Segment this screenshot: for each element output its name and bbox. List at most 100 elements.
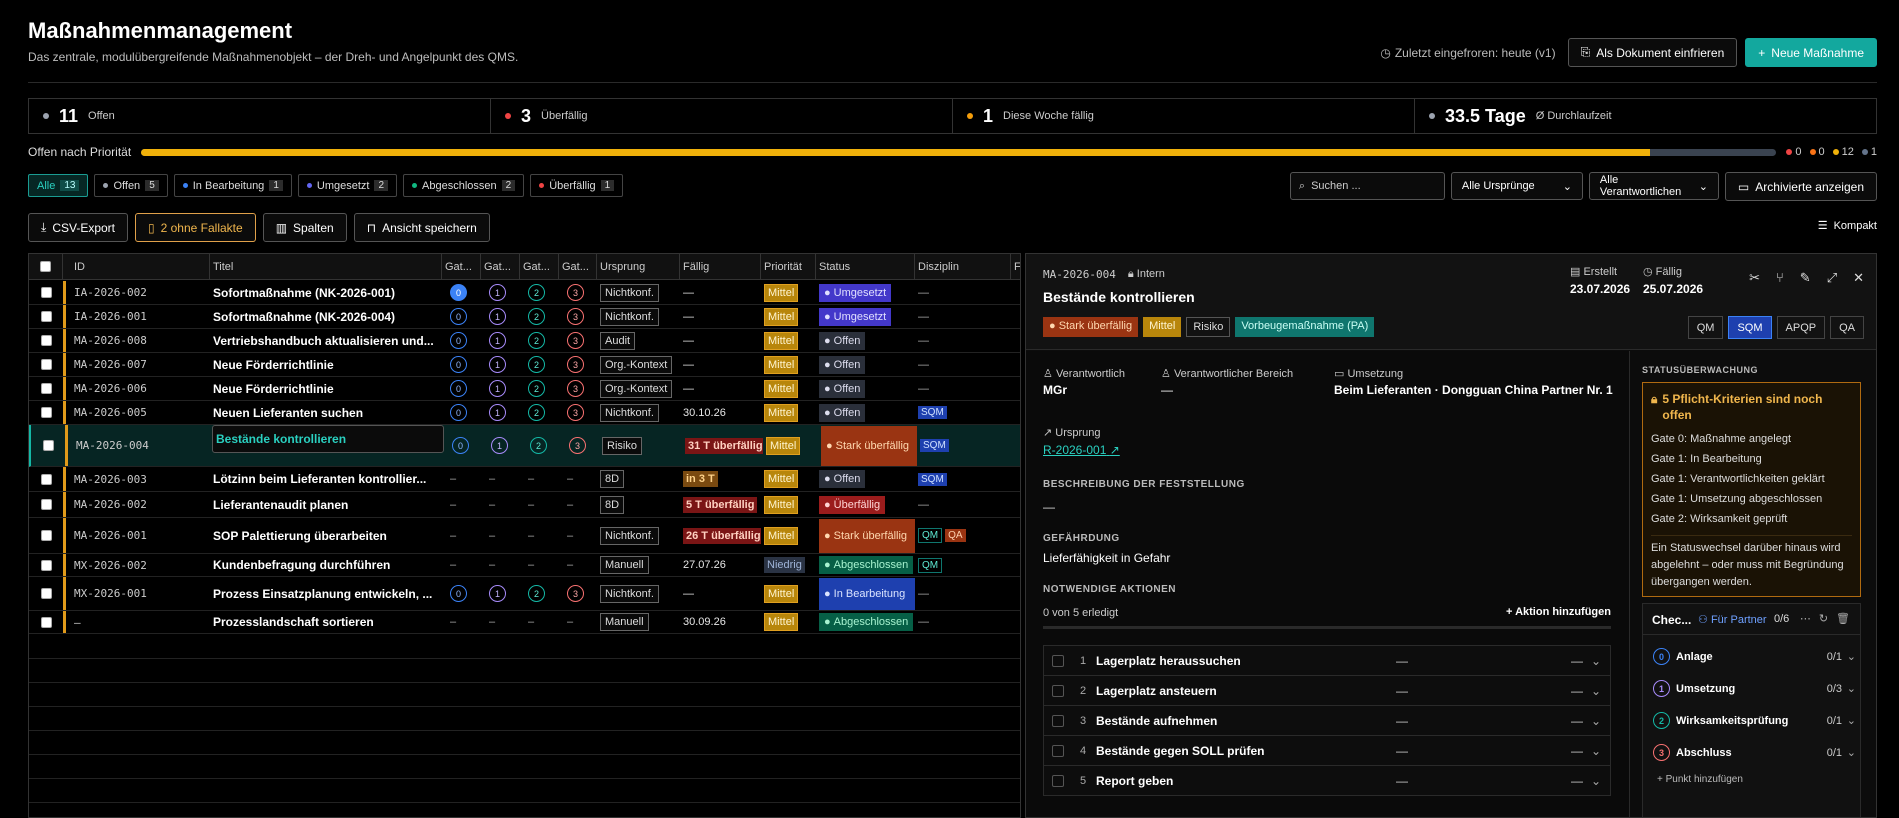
more-icon[interactable]: ⋯ [1800, 612, 1811, 625]
gate-2-icon[interactable]: 2 [528, 308, 545, 325]
gate-2-icon[interactable]: 2 [530, 437, 547, 454]
row-title[interactable]: Neuen Lieferanten suchen [210, 401, 442, 424]
table-row[interactable]: IA-2026-002 Sofortmaßnahme (NK-2026-001) 0… [29, 281, 1020, 305]
origin-badge[interactable]: Manuell [600, 556, 649, 574]
row-title[interactable]: Prozesslandschaft sortieren [210, 611, 442, 633]
table-row[interactable]: – Prozesslandschaft sortieren – – – – Manuell 3… [29, 611, 1020, 634]
filter-chip[interactable]: Überfällig 1 [530, 174, 624, 197]
row-title[interactable]: Prozess Einsatzplanung entwickeln, ... [210, 577, 442, 610]
chevron-down-icon[interactable]: ⌄ [1591, 714, 1601, 728]
row-title[interactable]: SOP Palettierung überarbeiten [210, 518, 442, 553]
gate-3-icon[interactable]: 3 [567, 284, 584, 301]
checklist-gate[interactable]: 3 Abschluss 0/1 ⌄ [1653, 744, 1856, 761]
col-gate-0[interactable]: Gat... [442, 254, 481, 279]
row-checkbox[interactable] [40, 311, 52, 322]
table-row[interactable]: MA-2026-002 Lieferantenaudit planen – – – –8D… [29, 492, 1020, 518]
gate-3-icon[interactable]: 3 [569, 437, 586, 454]
edit-icon[interactable]: ✎ [1800, 270, 1811, 286]
chevron-down-icon[interactable]: ⌄ [1847, 682, 1856, 695]
col-gate-2[interactable]: Gat... [520, 254, 559, 279]
origin-badge[interactable]: Nichtkonf. [600, 526, 659, 545]
table-row[interactable]: MA-2026-005 Neuen Lieferanten suchen 0 1 2 3 N… [29, 401, 1020, 425]
table-row[interactable]: MA-2026-007 Neue Förderrichtlinie 0 1 2 3 Org.… [29, 353, 1020, 377]
col-title[interactable]: Titel [210, 254, 442, 279]
origin-badge[interactable]: Nichtkonf. [600, 403, 659, 422]
gate-1-icon[interactable]: 1 [489, 404, 506, 421]
action-checkbox[interactable] [1052, 714, 1064, 727]
row-title[interactable]: Neue Förderrichtlinie [210, 377, 442, 400]
freeze-document-button[interactable]: ⎘ Als Dokument einfrieren [1567, 38, 1738, 67]
col-gate-1[interactable]: Gat... [481, 254, 520, 279]
stat-overdue[interactable]: 3 Überfällig [491, 99, 953, 133]
add-point-button[interactable]: + Punkt hinzufügen [1657, 774, 1743, 785]
action-row[interactable]: 1 Lagerplatz heraussuchen — — ⌄ [1043, 645, 1611, 676]
origin-badge[interactable]: 8D [600, 495, 625, 514]
gate-2-icon[interactable]: 2 [528, 380, 545, 397]
row-title[interactable]: Sofortmaßnahme (NK-2026-001) [210, 281, 442, 304]
table-row[interactable]: MX-2026-001 Prozess Einsatzplanung entwic… [29, 577, 1020, 611]
gate-1-icon[interactable]: 1 [489, 284, 506, 301]
action-row[interactable]: 2 Lagerplatz ansteuern — — ⌄ [1043, 675, 1611, 706]
action-checkbox[interactable] [1052, 774, 1064, 787]
origin-badge[interactable]: Nichtkonf. [600, 584, 659, 603]
unlink-icon[interactable]: ✂ [1749, 270, 1760, 286]
filter-chip[interactable]: Umgesetzt 2 [297, 174, 398, 197]
gate-2-icon[interactable]: 2 [528, 585, 545, 602]
branch-icon[interactable]: ⑂ [1776, 270, 1784, 286]
action-checkbox[interactable] [1052, 684, 1064, 697]
row-checkbox[interactable] [40, 383, 52, 394]
owner-select[interactable]: Alle Verantwortlichen ⌄ [1588, 172, 1719, 200]
origin-badge[interactable]: Nichtkonf. [600, 307, 659, 326]
col-more[interactable]: F [1011, 254, 1020, 279]
action-row[interactable]: 5 Report geben — — ⌄ [1043, 765, 1611, 796]
csv-export-button[interactable]: ⤓ CSV-Export [28, 213, 129, 242]
show-archived-button[interactable]: ▭ Archivierte anzeigen [1724, 172, 1877, 201]
row-title[interactable]: Bestände kontrollieren [212, 425, 444, 453]
row-checkbox[interactable] [40, 530, 52, 541]
gate-1-icon[interactable]: 1 [491, 437, 508, 454]
row-checkbox[interactable] [40, 359, 52, 370]
discipline-tab[interactable]: SQM [1728, 316, 1772, 339]
search-input[interactable]: ⌕ Suchen ... [1289, 172, 1445, 200]
row-title[interactable]: Lieferantenaudit planen [210, 492, 442, 517]
checklist-gate[interactable]: 2 Wirksamkeitsprüfung 0/1 ⌄ [1653, 712, 1856, 729]
col-priority[interactable]: Priorität [761, 254, 816, 279]
action-checkbox[interactable] [1052, 654, 1064, 667]
col-discipline[interactable]: Disziplin [915, 254, 1011, 279]
table-row[interactable]: MA-2026-006 Neue Förderrichtlinie 0 1 2 3 Org.… [29, 377, 1020, 401]
row-checkbox[interactable] [40, 499, 52, 510]
origin-badge[interactable]: Org.-Kontext [600, 355, 673, 374]
gate-3-icon[interactable]: 3 [567, 380, 584, 397]
table-row[interactable]: MA-2026-003 Lötzinn beim Lieferanten kont… [29, 467, 1020, 492]
gate-1-icon[interactable]: 1 [489, 308, 506, 325]
close-icon[interactable]: ✕ [1853, 270, 1864, 286]
gate-3-icon[interactable]: 3 [567, 332, 584, 349]
refresh-icon[interactable]: ↻ [1819, 612, 1828, 625]
partner-link[interactable]: ⚇ Für Partner [1698, 613, 1767, 626]
chevron-down-icon[interactable]: ⌄ [1591, 774, 1601, 788]
gate-2-icon[interactable]: 2 [528, 284, 545, 301]
chevron-down-icon[interactable]: ⌄ [1847, 746, 1856, 759]
checklist-gate[interactable]: 0 Anlage 0/1 ⌄ [1653, 648, 1856, 665]
row-checkbox[interactable] [40, 287, 52, 298]
chevron-down-icon[interactable]: ⌄ [1847, 650, 1856, 663]
gate-3-icon[interactable]: 3 [567, 585, 584, 602]
row-title[interactable]: Kundenbefragung durchführen [210, 554, 442, 576]
action-row[interactable]: 3 Bestände aufnehmen — — ⌄ [1043, 705, 1611, 736]
chevron-down-icon[interactable]: ⌄ [1591, 654, 1601, 668]
origin-badge[interactable]: Manuell [600, 613, 649, 631]
row-title[interactable]: Neue Förderrichtlinie [210, 353, 442, 376]
col-id[interactable]: ID [66, 254, 210, 279]
row-checkbox[interactable] [40, 588, 52, 599]
gate-1-icon[interactable]: 1 [489, 585, 506, 602]
chevron-down-icon[interactable]: ⌄ [1591, 684, 1601, 698]
stat-due-week[interactable]: 1 Diese Woche fällig [953, 99, 1415, 133]
compact-toggle[interactable]: ☰ Kompakt [1818, 219, 1877, 233]
table-row[interactable]: MA-2026-008 Vertriebshandbuch aktualisier… [29, 329, 1020, 353]
origin-badge[interactable]: Nichtkonf. [600, 283, 659, 302]
gate-2-icon[interactable]: 2 [528, 332, 545, 349]
row-checkbox[interactable] [40, 616, 52, 628]
chevron-down-icon[interactable]: ⌄ [1847, 714, 1856, 727]
chevron-down-icon[interactable]: ⌄ [1591, 744, 1601, 758]
gate-3-icon[interactable]: 3 [567, 356, 584, 373]
